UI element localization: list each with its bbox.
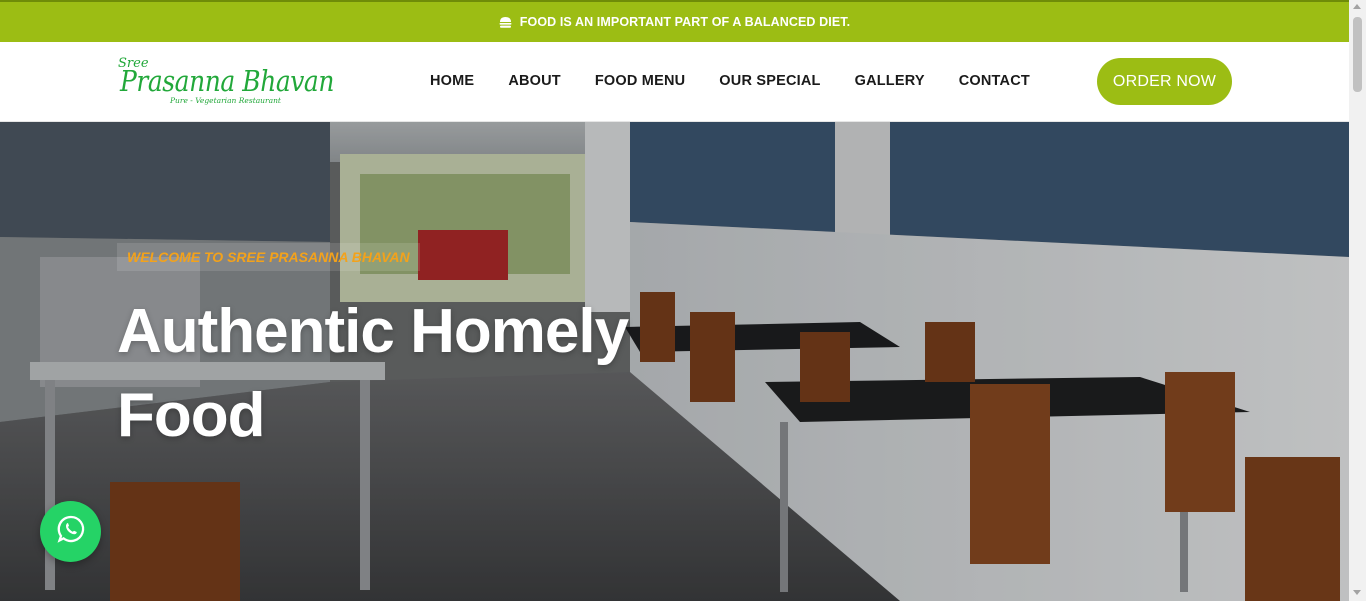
whatsapp-chat-button[interactable]	[40, 501, 101, 562]
burger-icon	[499, 16, 512, 28]
page-scrollbar[interactable]	[1349, 0, 1366, 601]
announcement-bar: FOOD IS AN IMPORTANT PART OF A BALANCED …	[0, 0, 1349, 42]
scroll-down-arrow-icon[interactable]	[1353, 590, 1361, 595]
nav-item-our-special[interactable]: OUR SPECIAL	[719, 73, 820, 89]
nav-item-home[interactable]: HOME	[430, 73, 474, 89]
nav-item-contact[interactable]: CONTACT	[959, 73, 1030, 89]
scroll-up-arrow-icon[interactable]	[1353, 4, 1361, 9]
announcement-text: FOOD IS AN IMPORTANT PART OF A BALANCED …	[519, 15, 851, 29]
hero-headline-line-2: Food	[117, 381, 266, 450]
nav-item-food-menu[interactable]: FOOD MENU	[595, 73, 685, 89]
scrollbar-thumb[interactable]	[1353, 17, 1362, 92]
nav-item-gallery[interactable]: GALLERY	[855, 73, 925, 89]
main-nav: HOME ABOUT FOOD MENU OUR SPECIAL GALLERY…	[430, 73, 1064, 89]
logo-name: Prasanna Bhavan	[120, 64, 334, 98]
nav-item-about[interactable]: ABOUT	[508, 73, 561, 89]
site-header: Sree Prasanna Bhavan Pure - Vegetarian R…	[0, 42, 1349, 122]
hero-section: WELCOME TO SREE PRASANNA BHAVAN Authenti…	[0, 122, 1349, 601]
whatsapp-icon	[56, 514, 86, 549]
hero-headline: Authentic Homely Food	[117, 290, 677, 458]
order-now-button[interactable]: ORDER NOW	[1097, 58, 1232, 105]
welcome-tagline: WELCOME TO SREE PRASANNA BHAVAN	[117, 243, 420, 271]
logo-tagline: Pure - Vegetarian Restaurant	[170, 96, 281, 105]
logo[interactable]: Sree Prasanna Bhavan Pure - Vegetarian R…	[118, 56, 338, 112]
hero-headline-line-1: Authentic Homely	[117, 297, 629, 366]
